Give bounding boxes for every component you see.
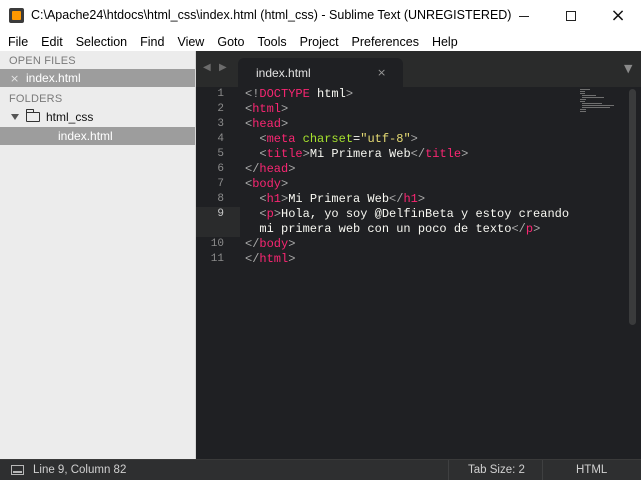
menu-project[interactable]: Project: [293, 35, 345, 49]
tab-bar: ◀ ▶ index.html × ▼: [196, 51, 641, 87]
code-line: 10 </body>: [196, 237, 626, 252]
tab-prev-icon[interactable]: ◀: [203, 62, 211, 73]
line-number: 11: [210, 253, 224, 265]
code-text: <!DOCTYPE html>: [245, 87, 354, 101]
tab-index-html[interactable]: index.html ×: [238, 58, 403, 87]
maximize-icon: [566, 11, 576, 21]
code-line: 4 <meta charset="utf-8">: [196, 132, 626, 147]
panel-toggle-icon[interactable]: [11, 465, 24, 475]
code-editor[interactable]: 1 <!DOCTYPE html> 2 <html> 3 <head> 4 <m…: [196, 87, 641, 459]
code-line: 3 <head>: [196, 117, 626, 132]
folder-file-item[interactable]: index.html: [0, 127, 195, 145]
folder-item[interactable]: html_css: [0, 108, 195, 126]
line-number: 5: [217, 148, 224, 160]
vertical-scrollbar[interactable]: [626, 87, 641, 459]
folder-open-icon: [26, 109, 40, 122]
code-line: 5 <title>Mi Primera Web</title>: [196, 147, 626, 162]
code-text: mi primera web con un poco de texto</p>: [245, 222, 541, 236]
tab-close-icon[interactable]: ×: [377, 66, 386, 79]
code-text: <head>: [245, 117, 289, 131]
window-title: C:\Apache24\htdocs\html_css\index.html (…: [31, 8, 512, 22]
menu-bar: File Edit Selection Find View Goto Tools…: [0, 32, 641, 51]
code-text: <title>Mi Primera Web</title>: [259, 147, 469, 161]
menu-find[interactable]: Find: [133, 35, 170, 49]
tab-dropdown-icon[interactable]: ▼: [624, 62, 632, 75]
menu-edit[interactable]: Edit: [34, 35, 69, 49]
close-icon: ×: [610, 5, 626, 26]
menu-file[interactable]: File: [0, 35, 34, 49]
code-text: </body>: [245, 237, 296, 251]
folder-label: html_css: [46, 110, 94, 124]
code-text: <p>Hola, yo soy @DelfinBeta y estoy crea…: [259, 207, 570, 221]
minimize-button[interactable]: [501, 0, 547, 32]
tab-size-selector[interactable]: Tab Size: 2: [448, 460, 542, 480]
folders-header: FOLDERS: [9, 93, 63, 105]
line-number: 6: [217, 163, 224, 175]
close-window-button[interactable]: ×: [595, 0, 641, 32]
syntax-selector[interactable]: HTML: [542, 460, 641, 480]
code-line: 1 <!DOCTYPE html>: [196, 87, 626, 102]
code-text: <body>: [245, 177, 289, 191]
code-line-active: 9 <p>Hola, yo soy @DelfinBeta y estoy cr…: [196, 207, 626, 222]
open-file-item[interactable]: × index.html: [0, 69, 195, 87]
menu-goto[interactable]: Goto: [210, 35, 250, 49]
code-line: 2 <html>: [196, 102, 626, 117]
code-line: 6 </head>: [196, 162, 626, 177]
code-text: <meta charset="utf-8">: [259, 132, 418, 146]
code-line: 7 <body>: [196, 177, 626, 192]
code-text: <html>: [245, 102, 289, 116]
title-bar: C:\Apache24\htdocs\html_css\index.html (…: [0, 0, 641, 32]
line-number: 10: [210, 238, 224, 250]
line-number: 2: [217, 103, 224, 115]
menu-preferences[interactable]: Preferences: [345, 35, 425, 49]
scrollbar-thumb[interactable]: [629, 89, 636, 325]
code-text: </head>: [245, 162, 296, 176]
cursor-position: Line 9, Column 82: [33, 464, 127, 476]
tab-label: index.html: [256, 66, 311, 80]
line-number: 8: [217, 193, 224, 205]
line-number: 7: [217, 178, 224, 190]
menu-help[interactable]: Help: [425, 35, 464, 49]
code-line: 8 <h1>Mi Primera Web</h1>: [196, 192, 626, 207]
open-files-header: OPEN FILES: [9, 55, 76, 67]
tab-next-icon[interactable]: ▶: [219, 62, 227, 73]
minimap[interactable]: [580, 89, 614, 115]
code-text: <h1>Mi Primera Web</h1>: [259, 192, 426, 206]
minimize-icon: [519, 15, 529, 17]
code-text: </html>: [245, 252, 296, 266]
code-line-wrapped: mi primera web con un poco de texto</p>: [196, 222, 626, 237]
status-bar: Line 9, Column 82 Tab Size: 2 HTML: [0, 459, 641, 480]
folder-file-label: index.html: [58, 129, 113, 143]
expand-arrow-icon[interactable]: [11, 114, 19, 120]
line-number: 4: [217, 133, 224, 145]
line-number: 3: [217, 118, 224, 130]
open-file-label: index.html: [26, 71, 81, 85]
close-file-icon[interactable]: ×: [10, 72, 20, 85]
menu-tools[interactable]: Tools: [250, 35, 292, 49]
menu-selection[interactable]: Selection: [69, 35, 133, 49]
line-number: 9: [217, 208, 224, 220]
code-line: 11 </html>: [196, 252, 626, 267]
menu-view[interactable]: View: [170, 35, 210, 49]
line-number: 1: [217, 88, 224, 100]
maximize-button[interactable]: [548, 0, 594, 32]
sublime-text-icon: [9, 8, 24, 23]
sidebar: OPEN FILES × index.html FOLDERS html_css…: [0, 51, 196, 459]
